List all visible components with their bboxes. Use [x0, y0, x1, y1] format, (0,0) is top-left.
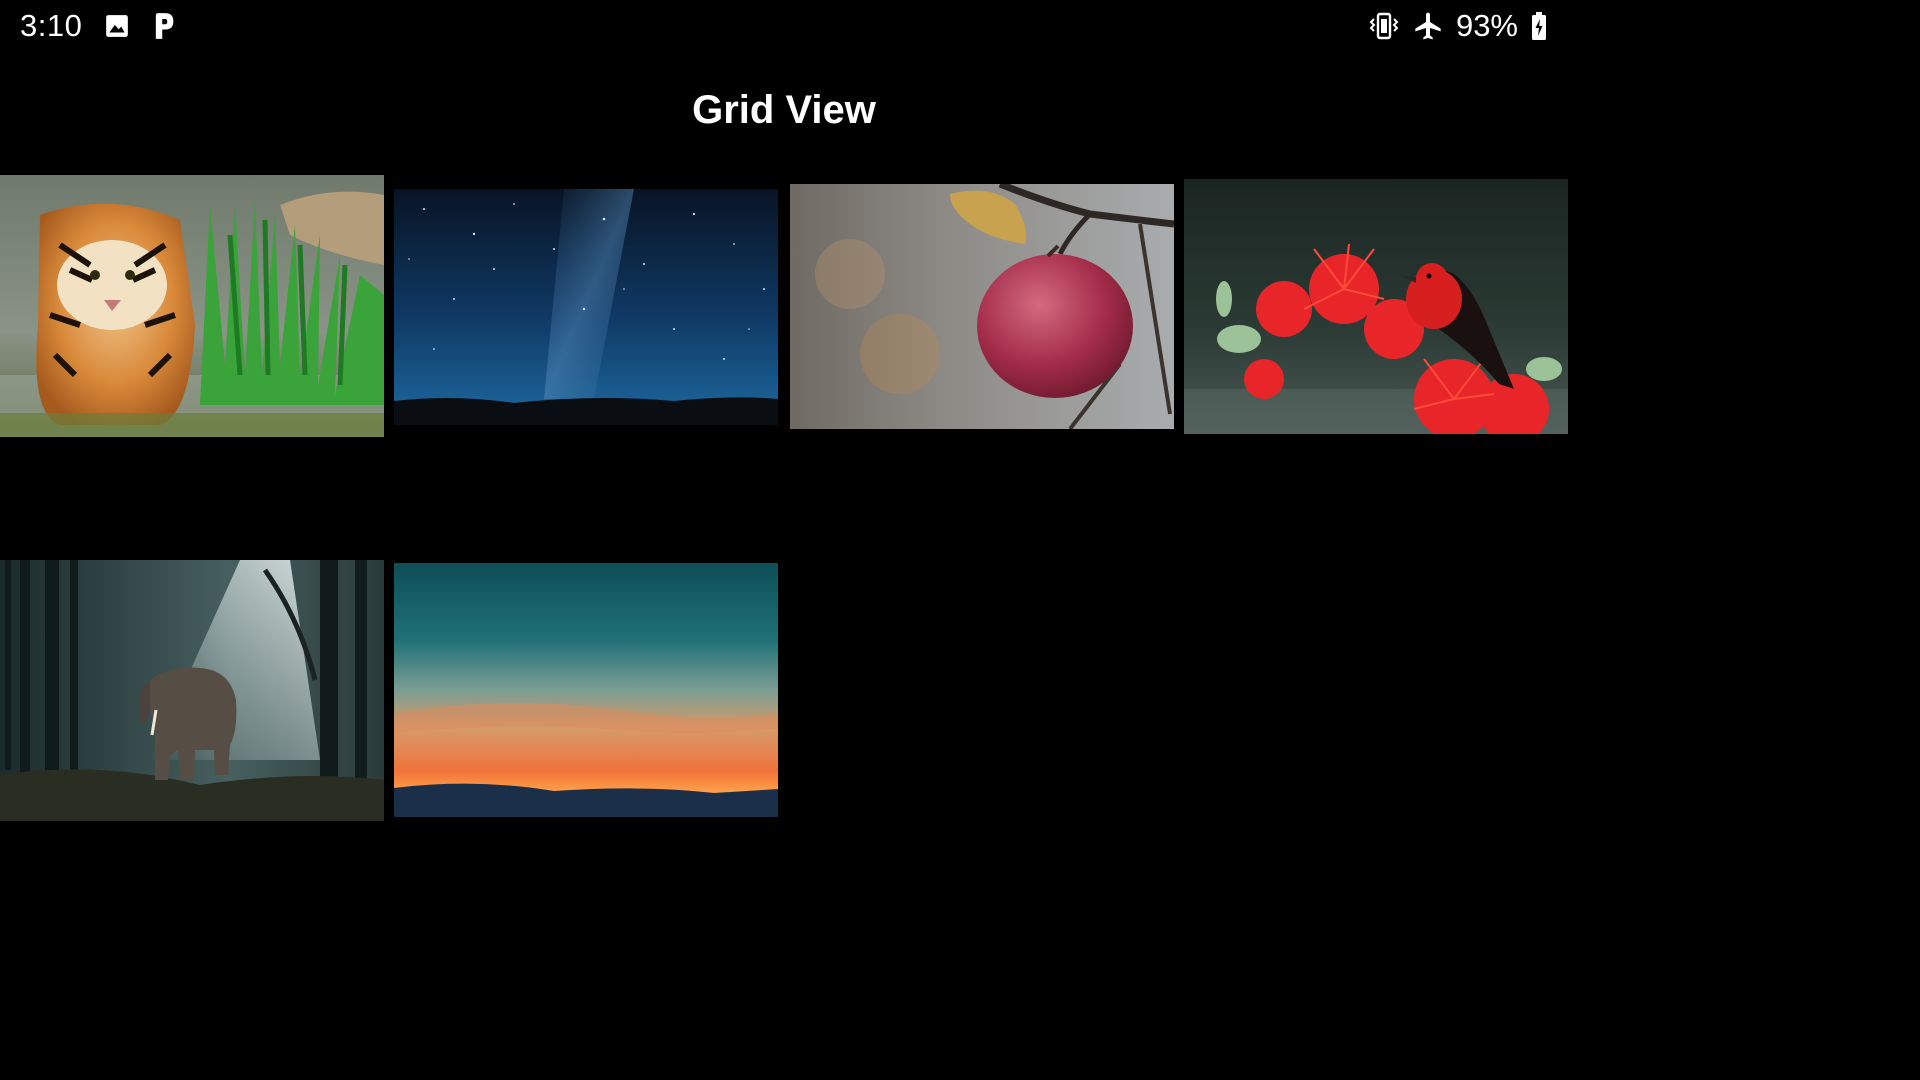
image-notification-icon — [104, 13, 130, 39]
page-title: Grid View — [692, 88, 876, 132]
status-bar: 3:10 93% — [0, 0, 1568, 52]
status-bar-left: 3:10 — [20, 8, 176, 44]
airplane-mode-icon — [1412, 10, 1444, 42]
screen: 3:10 93% Grid View — [0, 0, 1568, 882]
grid-item-elephant-image[interactable] — [0, 560, 384, 821]
grid-item-tiger-image[interactable] — [0, 175, 384, 437]
battery-percent: 93% — [1455, 8, 1518, 43]
battery-charging-icon — [1530, 11, 1548, 41]
grid-item-night-sky-image[interactable] — [394, 189, 778, 425]
vibrate-icon — [1368, 11, 1400, 41]
parking-app-icon — [152, 12, 176, 40]
grid-item-sunset-image[interactable] — [394, 563, 778, 817]
status-bar-right: 93% — [1368, 8, 1548, 44]
clock: 3:10 — [20, 8, 83, 43]
grid-item-apple-image[interactable] — [790, 184, 1174, 429]
grid-item-bird-image[interactable] — [1184, 179, 1568, 434]
